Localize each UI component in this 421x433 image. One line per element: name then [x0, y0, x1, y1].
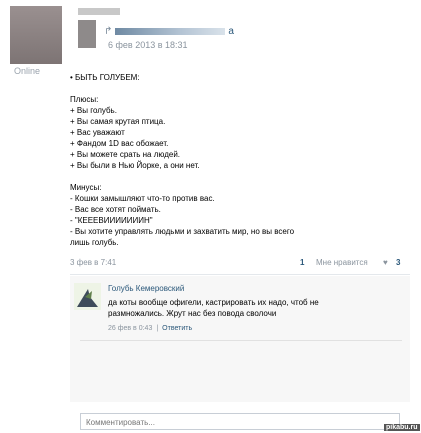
repost-source-avatar[interactable] [78, 20, 96, 48]
author-name-redacted[interactable] [78, 8, 120, 15]
repost-source-name-tail: a [228, 26, 234, 37]
post-line: + Вы были в Нью Йорке, а они нет. [70, 161, 200, 170]
post-line: + Фандом 1D вас обожает. [70, 139, 169, 148]
profile-avatar[interactable] [10, 6, 62, 64]
repost-count[interactable]: 1 [300, 258, 304, 267]
comment-text-line: да коты вообще офигели, кастрировать их … [108, 298, 319, 307]
comment-avatar[interactable] [74, 283, 101, 310]
post-line: + Вас уважают [70, 128, 125, 137]
post-line: - Кошки замышляют что-то против вас. [70, 194, 215, 203]
comments-block [70, 276, 410, 402]
divider [70, 274, 410, 275]
post-line: + Вы можете срать на людей. [70, 150, 181, 159]
post-text: • БЫТЬ ГОЛУБЕМ: Плюсы: + Вы голубь. + Вы… [70, 72, 410, 248]
heart-icon[interactable]: ♥ [383, 258, 388, 267]
repost-arrow-icon: ↱ [104, 26, 113, 37]
post-line: - Вас все хотят поймать. [70, 205, 161, 214]
comment-divider [80, 340, 402, 341]
watermark: pikabu.ru [384, 424, 420, 431]
post-footer: 3 фев в 7:41 1 Мне нравится ♥ 3 [70, 258, 410, 270]
like-button[interactable]: Мне нравится [316, 258, 368, 267]
reply-button[interactable]: Ответить [162, 325, 192, 332]
comment-text-line: размножались. Жрут нас без повода сволоч… [108, 309, 277, 318]
post-line: - Вы хотите управлять людьми и захватить… [70, 227, 295, 236]
separator: | [156, 325, 159, 332]
online-status: Online [14, 66, 41, 76]
post-date[interactable]: 3 фев в 7:41 [70, 258, 116, 267]
comment-footer: 26 фев в 0:43 | Ответить [108, 325, 192, 332]
comment-text: да коты вообще офигели, кастрировать их … [108, 297, 408, 319]
comment-date[interactable]: 26 фев в 0:43 [108, 325, 152, 332]
post-line: - "КЕЕЕВИИИИИИИН" [70, 216, 153, 225]
post-line: + Вы голубь. [70, 106, 117, 115]
post-line: Плюсы: [70, 95, 99, 104]
post-line: + Вы самая крутая птица. [70, 117, 166, 126]
repost-source[interactable]: ↱ a [104, 26, 234, 37]
pigeon-avatar-icon [74, 283, 101, 310]
repost-source-name-redacted[interactable] [115, 28, 226, 35]
post-line: Минусы: [70, 183, 102, 192]
like-count[interactable]: 3 [396, 258, 400, 267]
comment-author[interactable]: Голубь Кемеровский [108, 284, 184, 293]
post-line: лишь голубь. [70, 238, 119, 247]
post-line: • БЫТЬ ГОЛУБЕМ: [70, 73, 140, 82]
repost-date[interactable]: 6 фев 2013 в 18:31 [108, 40, 188, 50]
comment-input[interactable]: Комментировать... [80, 413, 400, 430]
